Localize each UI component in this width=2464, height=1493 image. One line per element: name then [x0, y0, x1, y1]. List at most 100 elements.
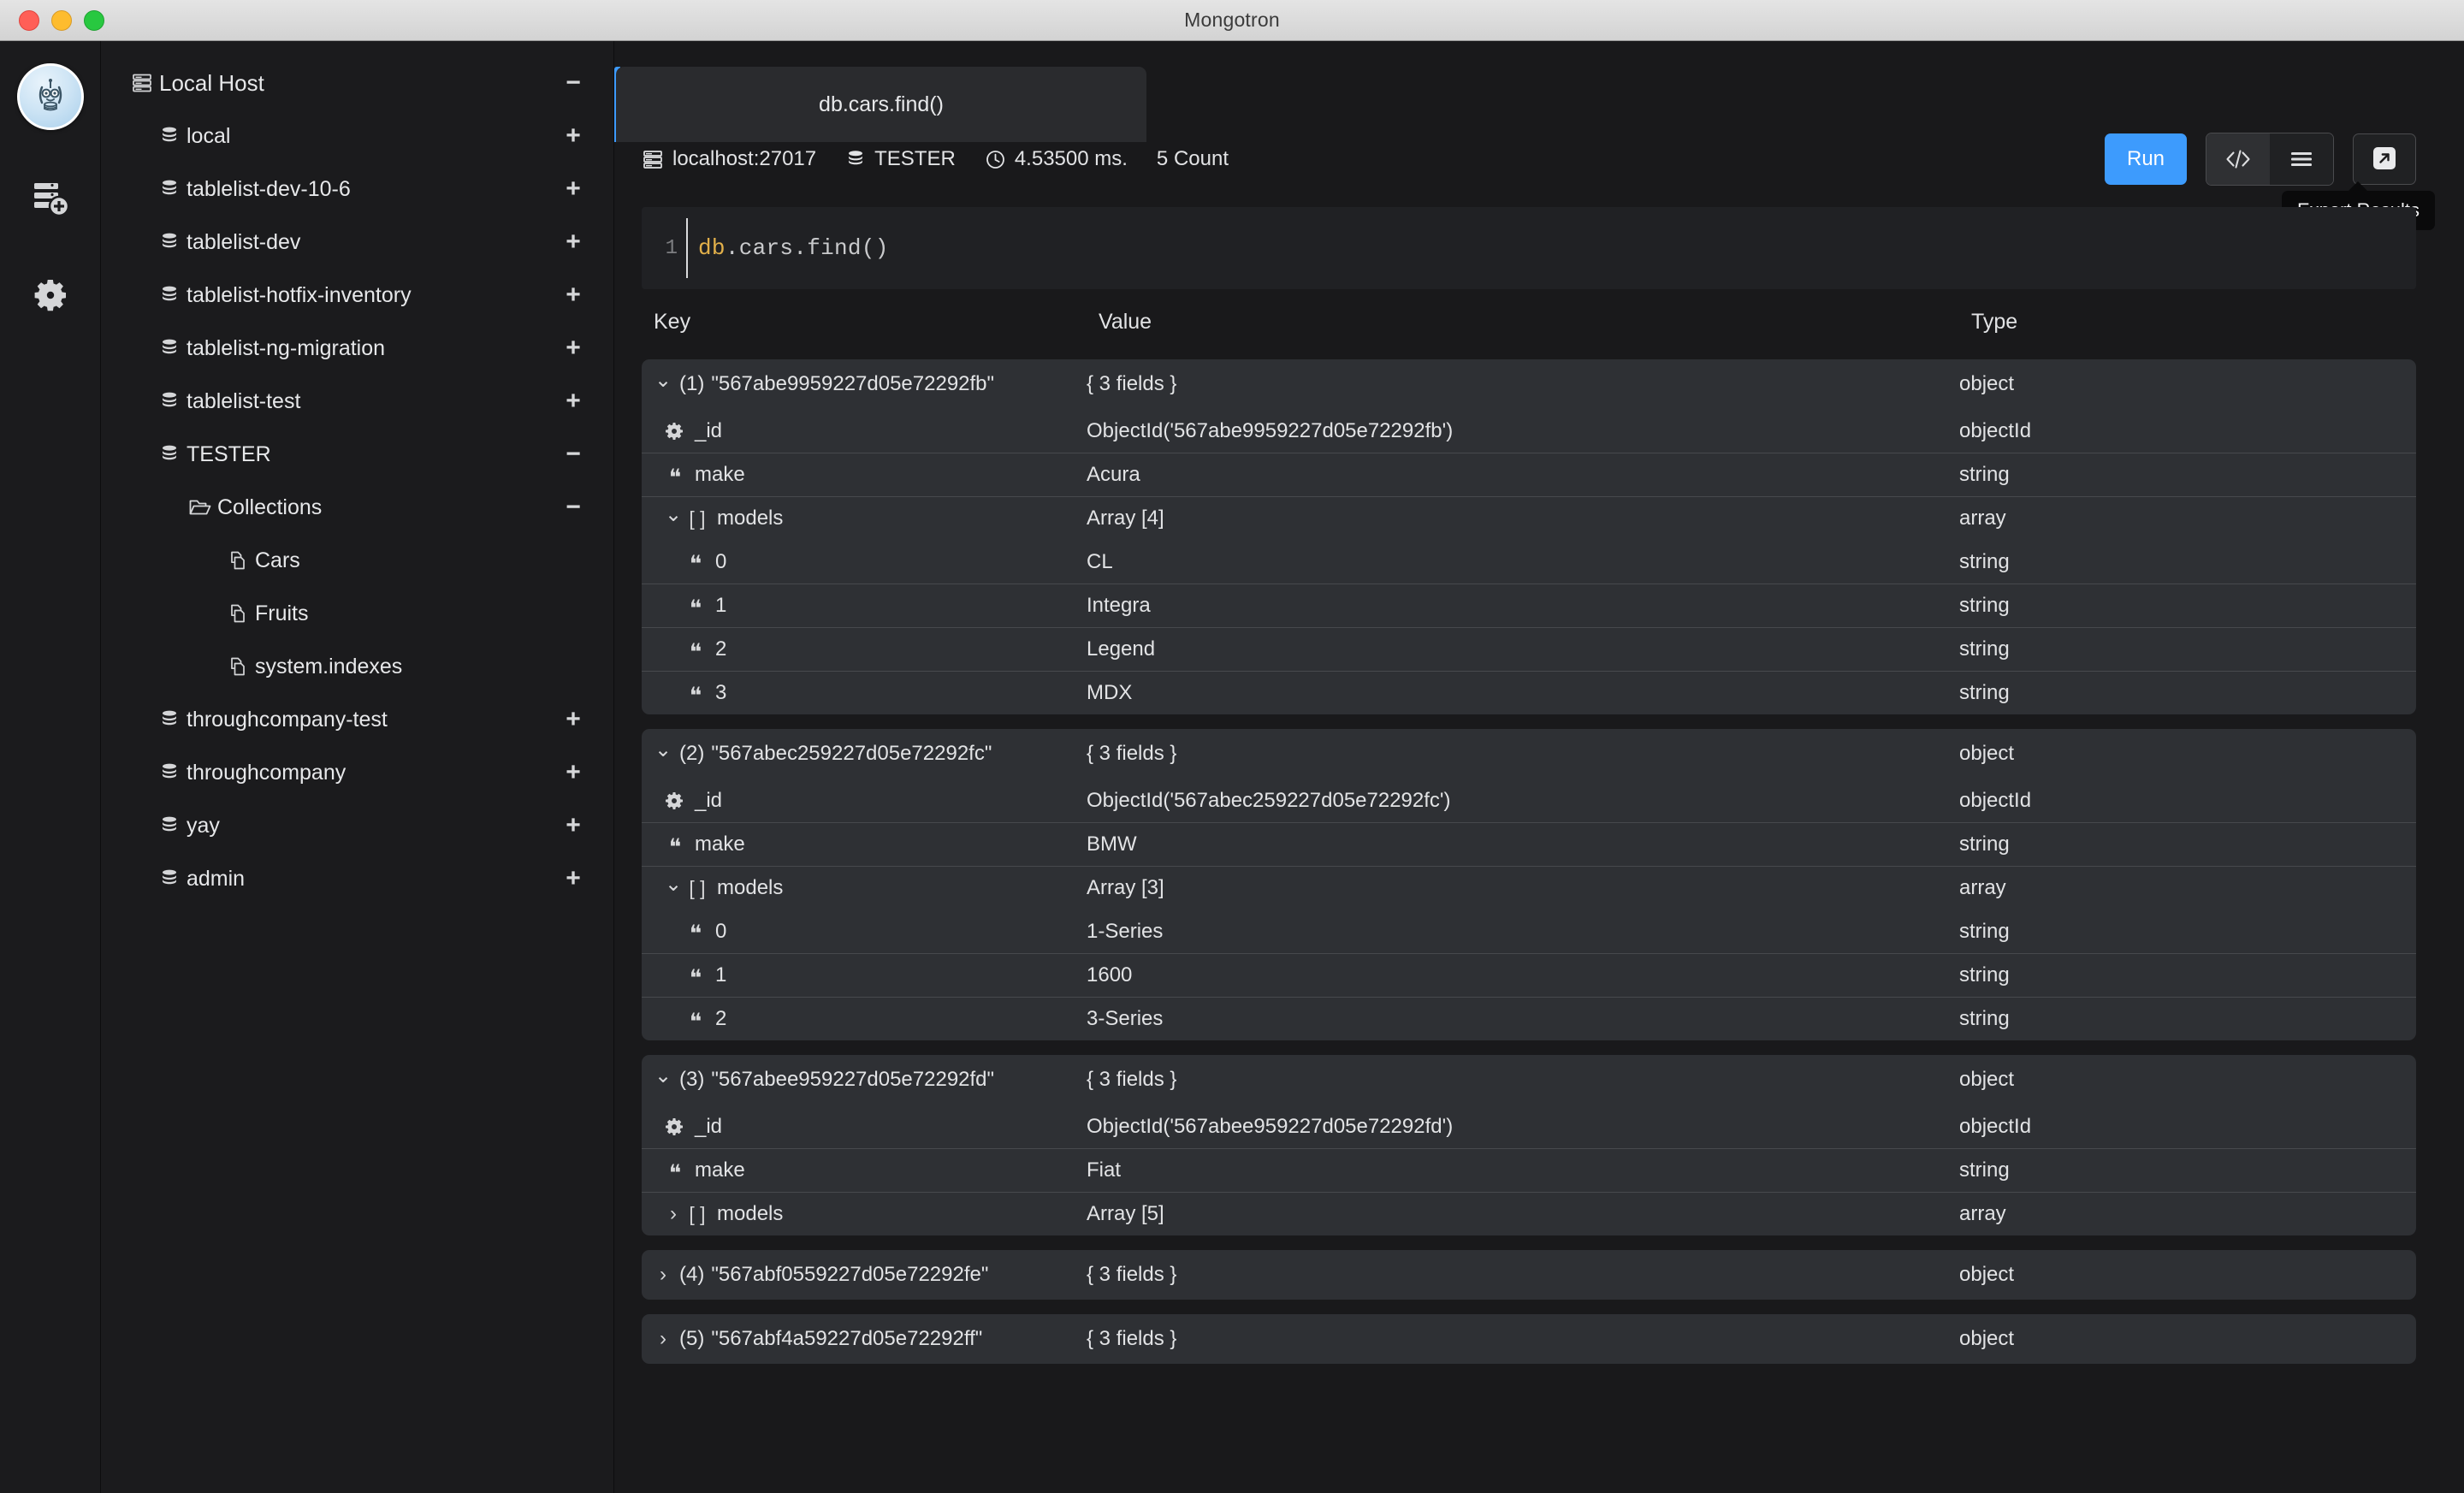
folder-open-icon [183, 495, 217, 519]
tree-item-tablelist-dev-10-6[interactable]: tablelist-dev-10-6+ [101, 163, 613, 216]
tree-item-label: tablelist-hotfix-inventory [187, 283, 562, 308]
document-summary: { 3 fields } [1087, 1263, 1959, 1287]
main-panel: db.cars.find() [614, 41, 2464, 1493]
expand-toggle[interactable]: + [562, 282, 584, 308]
query-status-bar: localhost:27017 TESTER [642, 147, 2105, 171]
tree-item-tablelist-hotfix-inventory[interactable]: tablelist-hotfix-inventory+ [101, 269, 613, 322]
field-value-cell: Legend [1087, 637, 1959, 661]
tree-item-tablelist-test[interactable]: tablelist-test+ [101, 375, 613, 428]
field-value-cell: Integra [1087, 594, 1959, 618]
expand-toggle[interactable]: + [562, 813, 584, 838]
expand-toggle[interactable]: + [562, 335, 584, 361]
field-row[interactable]: _idObjectId('567abe9959227d05e72292fb')o… [642, 409, 2416, 453]
results-panel[interactable]: Key Value Type ⌄(1)"567abe9959227d05e722… [642, 310, 2464, 1493]
expand-toggle[interactable]: + [562, 123, 584, 149]
collapse-toggle[interactable]: − [562, 70, 584, 96]
connection-tree-sidebar[interactable]: Local Host−local+tablelist-dev-10-6+tabl… [101, 41, 614, 1493]
column-header-value: Value [1099, 310, 1971, 335]
field-row[interactable]: ⌄[ ]modelsArray [3]array [642, 866, 2416, 909]
tree-item-throughcompany[interactable]: throughcompany+ [101, 746, 613, 799]
field-key-cell: ❝2 [642, 1007, 1087, 1031]
tree-item-tablelist-ng-migration[interactable]: tablelist-ng-migration+ [101, 322, 613, 375]
expand-toggle[interactable]: + [562, 388, 584, 414]
collapse-toggle[interactable]: − [562, 441, 584, 467]
database-icon [152, 178, 187, 200]
tree-item-throughcompany-test[interactable]: throughcompany-test+ [101, 693, 613, 746]
field-row[interactable]: ❝2Legendstring [642, 627, 2416, 671]
field-key-label: 0 [715, 550, 726, 574]
field-row[interactable]: ❝1Integrastring [642, 584, 2416, 627]
document-header-row[interactable]: ›(4)"567abf0559227d05e72292fe"{ 3 fields… [642, 1250, 2416, 1300]
chevron-down-icon[interactable]: ⌄ [652, 1063, 674, 1096]
field-row[interactable]: _idObjectId('567abee959227d05e72292fd')o… [642, 1105, 2416, 1148]
expand-toggle[interactable]: + [562, 229, 584, 255]
field-row[interactable]: ❝11600string [642, 953, 2416, 997]
chevron-down-icon[interactable]: ⌄ [652, 368, 674, 400]
collection-icon [221, 602, 255, 625]
document-index: (4) [679, 1263, 704, 1287]
chevron-down-icon[interactable]: ⌄ [662, 872, 684, 904]
quote-icon: ❝ [683, 640, 708, 659]
tree-item-local[interactable]: local+ [101, 110, 613, 163]
field-row[interactable]: ❝makeAcurastring [642, 453, 2416, 496]
tree-item-label: throughcompany [187, 761, 562, 785]
database-icon [152, 125, 187, 147]
field-value-cell: Acura [1087, 463, 1959, 487]
field-row[interactable]: ❝3MDXstring [642, 671, 2416, 714]
chevron-down-icon[interactable]: ⌄ [662, 502, 684, 535]
field-type-cell: array [1959, 876, 2416, 900]
tree-item-cars[interactable]: Cars [101, 534, 613, 587]
export-results-button[interactable] [2353, 133, 2416, 185]
document-header-row[interactable]: ⌄(3)"567abee959227d05e72292fd"{ 3 fields… [642, 1055, 2416, 1105]
field-type-cell: string [1959, 681, 2416, 705]
document-summary: { 3 fields } [1087, 372, 1959, 396]
add-connection-icon[interactable] [17, 168, 84, 228]
chevron-down-icon[interactable]: ⌄ [652, 738, 674, 770]
field-row[interactable]: ›[ ]modelsArray [5]array [642, 1192, 2416, 1235]
field-row[interactable]: _idObjectId('567abec259227d05e72292fc')o… [642, 779, 2416, 822]
chevron-right-icon[interactable]: › [662, 1202, 684, 1226]
query-editor[interactable]: 1 db.cars.find() [642, 207, 2416, 289]
expand-toggle[interactable]: + [562, 176, 584, 202]
field-row[interactable]: ❝01-Seriesstring [642, 909, 2416, 953]
document-key-cell: ›(4)"567abf0559227d05e72292fe" [642, 1263, 1087, 1287]
field-row[interactable]: ❝23-Seriesstring [642, 997, 2416, 1040]
field-value-cell: ObjectId('567abe9959227d05e72292fb') [1087, 419, 1959, 443]
field-row[interactable]: ⌄[ ]modelsArray [4]array [642, 496, 2416, 540]
document-header-row[interactable]: ⌄(2)"567abec259227d05e72292fc"{ 3 fields… [642, 729, 2416, 779]
database-icon [152, 284, 187, 306]
field-key-cell: ❝make [642, 1158, 1087, 1182]
editor-line-number: 1 [642, 237, 686, 260]
expand-toggle[interactable]: + [562, 866, 584, 892]
settings-gear-icon[interactable] [17, 265, 84, 325]
document-header-row[interactable]: ⌄(1)"567abe9959227d05e72292fb"{ 3 fields… [642, 359, 2416, 409]
document-header-row[interactable]: ›(5)"567abf4a59227d05e72292ff"{ 3 fields… [642, 1314, 2416, 1364]
tree-item-fruits[interactable]: Fruits [101, 587, 613, 640]
tree-item-tester[interactable]: TESTER− [101, 428, 613, 481]
field-row[interactable]: ❝0CLstring [642, 540, 2416, 584]
tree-item-yay[interactable]: yay+ [101, 799, 613, 852]
mongotron-logo [17, 63, 84, 130]
field-row[interactable]: ❝makeFiatstring [642, 1148, 2416, 1192]
field-row[interactable]: ❝makeBMWstring [642, 822, 2416, 866]
collapse-toggle[interactable]: − [562, 495, 584, 520]
expand-toggle[interactable]: + [562, 760, 584, 785]
field-key-cell: ⌄[ ]models [642, 502, 1087, 535]
document-card: ›(4)"567abf0559227d05e72292fe"{ 3 fields… [642, 1250, 2416, 1300]
field-value-cell: ObjectId('567abee959227d05e72292fd') [1087, 1115, 1959, 1139]
results-header-row: Key Value Type [642, 310, 2416, 359]
code-brackets-icon[interactable] [2206, 133, 2270, 185]
run-button[interactable]: Run [2105, 133, 2187, 185]
database-icon [152, 443, 187, 465]
tree-item-local-host[interactable]: Local Host− [101, 56, 613, 110]
tree-item-label: system.indexes [255, 655, 562, 679]
tree-item-admin[interactable]: admin+ [101, 852, 613, 905]
tree-item-system-indexes[interactable]: system.indexes [101, 640, 613, 693]
hamburger-list-icon[interactable] [2270, 133, 2333, 185]
chevron-right-icon[interactable]: › [652, 1263, 674, 1287]
chevron-right-icon[interactable]: › [652, 1327, 674, 1351]
document-type: object [1959, 1327, 2416, 1351]
expand-toggle[interactable]: + [562, 707, 584, 732]
tree-item-tablelist-dev[interactable]: tablelist-dev+ [101, 216, 613, 269]
tree-item-collections[interactable]: Collections− [101, 481, 613, 534]
